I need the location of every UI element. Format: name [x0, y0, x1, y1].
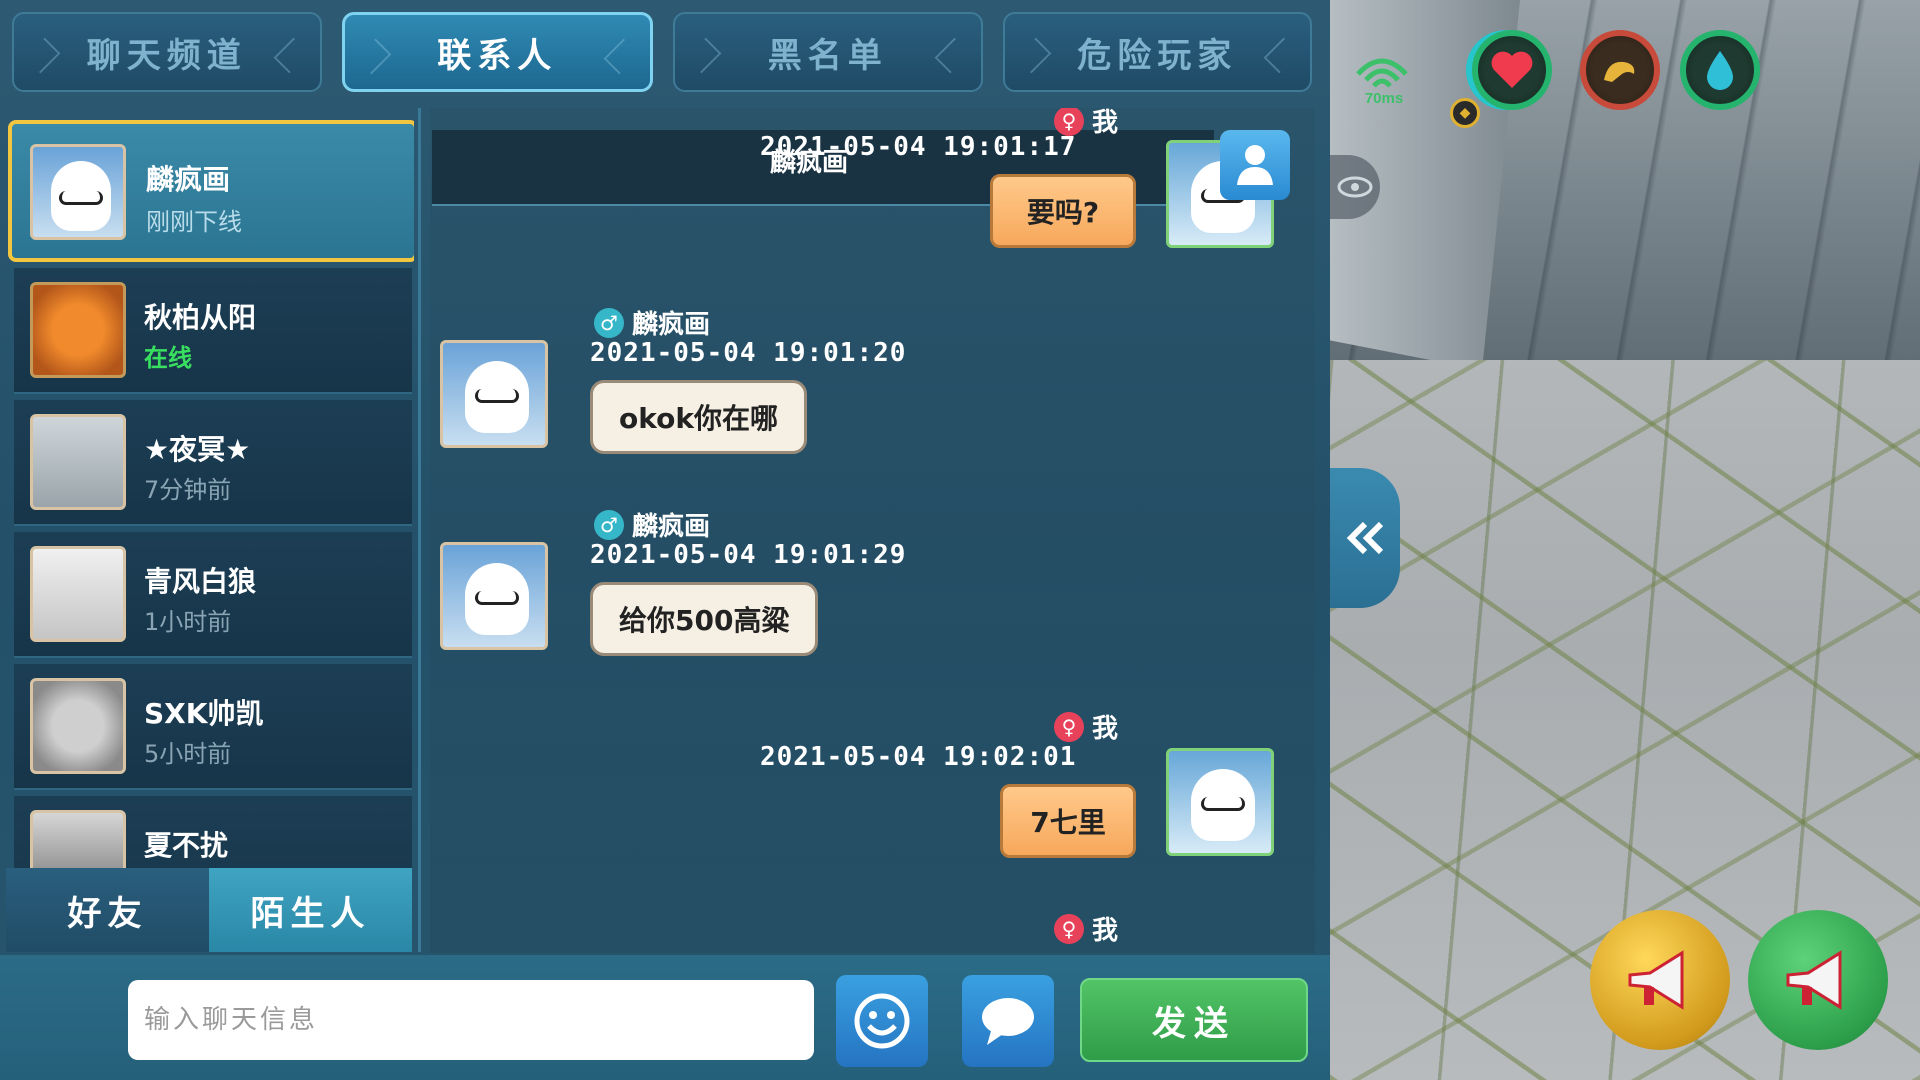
- top-tabs: 聊天频道 联系人 黑名单 危险玩家: [12, 12, 1312, 92]
- male-icon: ♂: [594, 307, 624, 338]
- wifi-icon: [1356, 58, 1408, 88]
- send-button[interactable]: 发送: [1080, 978, 1308, 1062]
- female-icon: ♀: [1054, 913, 1084, 944]
- notice-overlay-name: 麟疯画: [770, 148, 849, 178]
- eye-icon: [1337, 176, 1373, 198]
- contact-item[interactable]: 秋柏从阳 在线: [14, 268, 412, 394]
- message-bubble: 给你500高粱: [590, 582, 819, 656]
- contact-status: 5小时前: [144, 740, 232, 768]
- contact-status: 在线: [144, 344, 192, 372]
- avatar: ♥♥: [1166, 748, 1274, 856]
- contact-list-tabs: 好友 陌生人: [6, 868, 412, 952]
- view-profile-button[interactable]: [1220, 130, 1290, 200]
- stamina-gauge: [1580, 30, 1660, 110]
- panel-divider: [418, 108, 421, 952]
- message-area[interactable]: ♀ 我 2021-05-04 19:01:17 麟疯画 要吗? ♥♥ ♂ 麟疯画…: [430, 108, 1315, 953]
- message-type-button[interactable]: [962, 975, 1054, 1067]
- tab-contacts[interactable]: 联系人: [341, 12, 653, 92]
- contact-status: 刚刚下线: [146, 208, 242, 236]
- avatar: [30, 144, 126, 240]
- contact-item[interactable]: SXK帅凯 5小时前: [14, 664, 412, 790]
- contact-name: ★夜冥★: [144, 433, 251, 466]
- contact-item[interactable]: 青风白狼 1小时前: [14, 532, 412, 658]
- tab-blacklist[interactable]: 黑名单: [673, 12, 983, 92]
- message-sender: ♀ 我: [1054, 708, 1118, 745]
- contact-status: 7分钟前: [144, 476, 232, 504]
- avatar: [30, 810, 126, 868]
- contact-status: 1小时前: [144, 608, 232, 636]
- contact-name: 秋柏从阳: [144, 301, 257, 334]
- tab-chat-channel[interactable]: 聊天频道: [12, 12, 322, 92]
- collapse-panel-button[interactable]: [1330, 468, 1400, 608]
- contact-list[interactable]: 麟疯画 刚刚下线 秋柏从阳 在线 ★夜冥★ 7分钟前 青风白狼 1小时前 SXK…: [8, 118, 414, 868]
- contact-item[interactable]: 麟疯画 刚刚下线: [8, 120, 414, 262]
- avatar: [30, 282, 126, 378]
- tab-friends[interactable]: 好友: [6, 868, 209, 952]
- female-icon: ♀: [1054, 711, 1084, 742]
- contact-item[interactable]: 夏不扰: [14, 796, 412, 868]
- avatar: ♥♥: [440, 340, 548, 448]
- chat-input[interactable]: [128, 980, 814, 1060]
- message-time: 2021-05-04 19:02:01: [760, 742, 1077, 772]
- contact-name: 青风白狼: [144, 565, 257, 598]
- avatar: [30, 546, 126, 642]
- message-time: 2021-05-04 19:01:29: [590, 540, 907, 570]
- smiley-icon: [854, 993, 910, 1049]
- heart-icon: [1491, 51, 1533, 88]
- chat-panel: 聊天频道 联系人 黑名单 危险玩家 麟疯画 刚刚下线 秋柏从阳 在线 ★夜冥★ …: [0, 0, 1330, 1080]
- tab-strangers[interactable]: 陌生人: [209, 868, 412, 952]
- tab-dangerous-players[interactable]: 危险玩家: [1002, 12, 1312, 92]
- network-signal: 70ms: [1352, 50, 1412, 110]
- water-drop-icon: [1707, 51, 1733, 90]
- world-horn-button[interactable]: [1590, 910, 1730, 1050]
- local-horn-button[interactable]: [1748, 910, 1888, 1050]
- emoji-button[interactable]: [836, 975, 928, 1067]
- health-gauge: [1472, 30, 1552, 110]
- message-sender: ♂ 麟疯画: [594, 304, 710, 341]
- avatar: [30, 414, 126, 510]
- male-icon: ♂: [594, 509, 624, 540]
- message-bubble: 7七里: [1000, 784, 1136, 858]
- person-icon: [1237, 145, 1273, 185]
- speech-bubble-icon: [982, 998, 1034, 1045]
- message-bubble: 要吗?: [990, 174, 1136, 248]
- message-sender: ♂ 麟疯画: [594, 506, 710, 543]
- arm-icon: [1604, 61, 1635, 82]
- shield-icon: ◆: [1450, 98, 1480, 128]
- water-gauge: [1680, 30, 1760, 110]
- avatar: [30, 678, 126, 774]
- message-sender: ♀ 我: [1054, 910, 1118, 947]
- contact-item[interactable]: ★夜冥★ 7分钟前: [14, 400, 412, 526]
- ping-label: 70ms: [1364, 90, 1404, 107]
- contact-name: 麟疯画: [146, 163, 231, 196]
- megaphone-icon: [1786, 950, 1842, 1010]
- contact-name: 夏不扰: [144, 829, 229, 862]
- double-chevron-left-icon: [1346, 521, 1384, 555]
- contact-name: SXK帅凯: [144, 697, 264, 730]
- message-time: 2021-05-04 19:01:20: [590, 338, 907, 368]
- megaphone-icon: [1628, 950, 1684, 1010]
- message-bubble: okok你在哪: [590, 380, 807, 454]
- avatar: ♥♥: [440, 542, 548, 650]
